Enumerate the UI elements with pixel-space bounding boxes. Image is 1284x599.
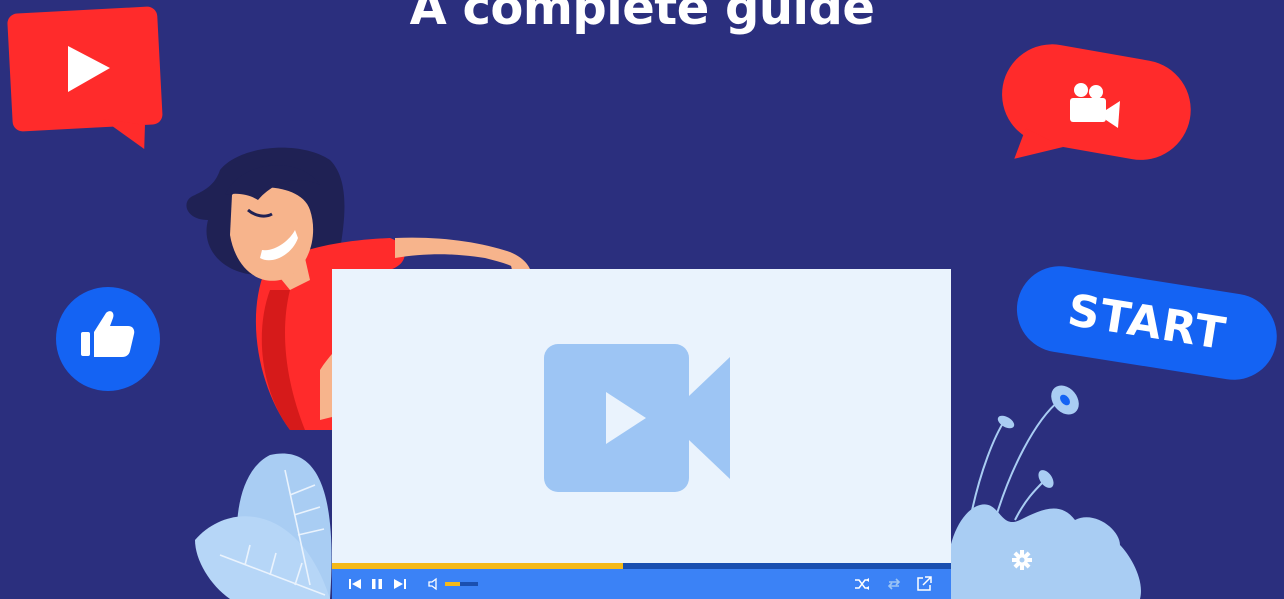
like-button[interactable] bbox=[54, 285, 162, 393]
player-controls bbox=[332, 569, 951, 599]
shuffle-icon[interactable] bbox=[854, 577, 870, 591]
video-play-icon[interactable] bbox=[544, 344, 730, 492]
volume-slider[interactable] bbox=[445, 582, 478, 586]
video-player[interactable] bbox=[332, 269, 951, 599]
video-camera-bubble bbox=[1002, 44, 1191, 160]
volume-level bbox=[445, 582, 460, 586]
page-title: A complete guide bbox=[409, 0, 875, 36]
skip-back-icon[interactable] bbox=[348, 577, 362, 591]
promo-canvas: A complete guide START bbox=[0, 0, 1284, 599]
skip-forward-icon[interactable] bbox=[393, 577, 407, 591]
settings-icon bbox=[1012, 550, 1032, 570]
repeat-icon[interactable] bbox=[886, 577, 902, 591]
external-link-icon[interactable] bbox=[916, 576, 932, 592]
play-bubble bbox=[7, 6, 163, 150]
flower-decoration-right bbox=[947, 385, 1141, 599]
pause-icon[interactable] bbox=[370, 577, 384, 591]
volume-icon[interactable] bbox=[428, 577, 442, 591]
leaf-decoration-left bbox=[195, 453, 332, 599]
start-button[interactable]: START bbox=[1012, 262, 1282, 382]
